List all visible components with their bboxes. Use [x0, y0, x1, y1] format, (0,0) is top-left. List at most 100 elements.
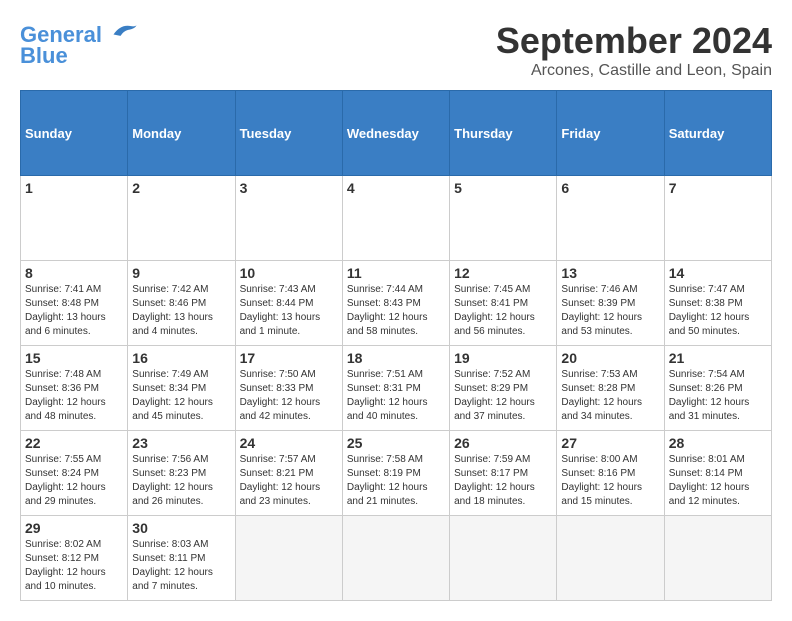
day-number: 1 — [25, 180, 123, 196]
day-number: 29 — [25, 520, 123, 536]
calendar-week-row: 15 Sunrise: 7:48 AMSunset: 8:36 PMDayligh… — [21, 346, 772, 431]
calendar-cell — [450, 516, 557, 601]
calendar-cell: 22 Sunrise: 7:55 AMSunset: 8:24 PMDayligh… — [21, 431, 128, 516]
title-block: September 2024 Arcones, Castille and Leo… — [496, 20, 772, 80]
day-info: Sunrise: 7:43 AMSunset: 8:44 PMDaylight:… — [240, 283, 338, 339]
calendar-cell: 28 Sunrise: 8:01 AMSunset: 8:14 PMDayligh… — [664, 431, 771, 516]
day-number: 9 — [132, 265, 230, 281]
calendar-cell: 25Sunrise: 7:58 AMSunset: 8:19 PMDayligh… — [342, 431, 449, 516]
day-number: 26 — [454, 435, 552, 451]
day-info: Sunrise: 8:03 AMSunset: 8:11 PMDaylight:… — [132, 538, 230, 594]
calendar-cell — [235, 516, 342, 601]
weekday-header-row: SundayMondayTuesdayWednesdayThursdayFrid… — [21, 91, 772, 176]
day-info: Sunrise: 8:01 AMSunset: 8:14 PMDaylight:… — [669, 453, 767, 509]
calendar-cell: 26 Sunrise: 7:59 AMSunset: 8:17 PMDayligh… — [450, 431, 557, 516]
calendar-cell: 18Sunrise: 7:51 AMSunset: 8:31 PMDayligh… — [342, 346, 449, 431]
logo-bird-icon — [110, 20, 138, 42]
day-number: 11 — [347, 265, 445, 281]
calendar-cell: 14 Sunrise: 7:47 AMSunset: 8:38 PMDayligh… — [664, 261, 771, 346]
day-number: 10 — [240, 265, 338, 281]
calendar-cell: 21 Sunrise: 7:54 AMSunset: 8:26 PMDayligh… — [664, 346, 771, 431]
day-number: 20 — [561, 350, 659, 366]
day-info: Sunrise: 7:58 AMSunset: 8:19 PMDaylight:… — [347, 453, 445, 509]
calendar-cell: 11 Sunrise: 7:44 AMSunset: 8:43 PMDayligh… — [342, 261, 449, 346]
day-number: 7 — [669, 180, 767, 196]
calendar-cell: 12 Sunrise: 7:45 AMSunset: 8:41 PMDayligh… — [450, 261, 557, 346]
day-number: 18 — [347, 350, 445, 366]
calendar-cell: 9 Sunrise: 7:42 AMSunset: 8:46 PMDaylight… — [128, 261, 235, 346]
calendar-cell: 24 Sunrise: 7:57 AMSunset: 8:21 PMDayligh… — [235, 431, 342, 516]
day-number: 4 — [347, 180, 445, 196]
calendar-body: 12345678Sunrise: 7:41 AMSunset: 8:48 PMD… — [21, 176, 772, 601]
day-number: 2 — [132, 180, 230, 196]
day-info: Sunrise: 7:54 AMSunset: 8:26 PMDaylight:… — [669, 368, 767, 424]
calendar-cell: 27 Sunrise: 8:00 AMSunset: 8:16 PMDayligh… — [557, 431, 664, 516]
calendar-week-row: 1234567 — [21, 176, 772, 261]
day-number: 8 — [25, 265, 123, 281]
calendar-cell: 4 — [342, 176, 449, 261]
weekday-thursday: Thursday — [450, 91, 557, 176]
day-info: Sunrise: 7:50 AMSunset: 8:33 PMDaylight:… — [240, 368, 338, 424]
day-number: 5 — [454, 180, 552, 196]
calendar-cell: 1 — [21, 176, 128, 261]
day-number: 16 — [132, 350, 230, 366]
day-info: Sunrise: 7:55 AMSunset: 8:24 PMDaylight:… — [25, 453, 123, 509]
calendar-cell: 5 — [450, 176, 557, 261]
calendar-cell: 17Sunrise: 7:50 AMSunset: 8:33 PMDayligh… — [235, 346, 342, 431]
calendar-cell: 29 Sunrise: 8:02 AMSunset: 8:12 PMDayligh… — [21, 516, 128, 601]
day-number: 12 — [454, 265, 552, 281]
day-info: Sunrise: 7:59 AMSunset: 8:17 PMDaylight:… — [454, 453, 552, 509]
day-number: 15 — [25, 350, 123, 366]
calendar-week-row: 8 Sunrise: 7:41 AMSunset: 8:48 PMDaylight… — [21, 261, 772, 346]
day-number: 21 — [669, 350, 767, 366]
day-info: Sunrise: 7:49 AMSunset: 8:34 PMDaylight:… — [132, 368, 230, 424]
day-number: 13 — [561, 265, 659, 281]
calendar-cell — [664, 516, 771, 601]
location: Arcones, Castille and Leon, Spain — [496, 62, 772, 80]
calendar-cell: 6 — [557, 176, 664, 261]
day-info: Sunrise: 7:46 AMSunset: 8:39 PMDaylight:… — [561, 283, 659, 339]
day-number: 6 — [561, 180, 659, 196]
day-info: Sunrise: 7:45 AMSunset: 8:41 PMDaylight:… — [454, 283, 552, 339]
day-info: Sunrise: 7:56 AMSunset: 8:23 PMDaylight:… — [132, 453, 230, 509]
calendar-cell — [557, 516, 664, 601]
day-number: 30 — [132, 520, 230, 536]
calendar-table: SundayMondayTuesdayWednesdayThursdayFrid… — [20, 90, 772, 601]
day-info: Sunrise: 7:57 AMSunset: 8:21 PMDaylight:… — [240, 453, 338, 509]
month-title: September 2024 — [496, 20, 772, 62]
calendar-cell: 7 — [664, 176, 771, 261]
day-info: Sunrise: 8:00 AMSunset: 8:16 PMDaylight:… — [561, 453, 659, 509]
day-number: 19 — [454, 350, 552, 366]
day-info: Sunrise: 8:02 AMSunset: 8:12 PMDaylight:… — [25, 538, 123, 594]
calendar-week-row: 22 Sunrise: 7:55 AMSunset: 8:24 PMDayligh… — [21, 431, 772, 516]
day-info: Sunrise: 7:48 AMSunset: 8:36 PMDaylight:… — [25, 368, 123, 424]
day-number: 24 — [240, 435, 338, 451]
weekday-sunday: Sunday — [21, 91, 128, 176]
day-number: 3 — [240, 180, 338, 196]
logo: General Blue — [20, 20, 138, 69]
day-info: Sunrise: 7:42 AMSunset: 8:46 PMDaylight:… — [132, 283, 230, 339]
calendar-cell: 10 Sunrise: 7:43 AMSunset: 8:44 PMDayligh… — [235, 261, 342, 346]
day-number: 22 — [25, 435, 123, 451]
calendar-cell: 13 Sunrise: 7:46 AMSunset: 8:39 PMDayligh… — [557, 261, 664, 346]
calendar-cell: 20 Sunrise: 7:53 AMSunset: 8:28 PMDayligh… — [557, 346, 664, 431]
calendar-cell — [342, 516, 449, 601]
weekday-friday: Friday — [557, 91, 664, 176]
day-info: Sunrise: 7:44 AMSunset: 8:43 PMDaylight:… — [347, 283, 445, 339]
calendar-cell: 8 Sunrise: 7:41 AMSunset: 8:48 PMDaylight… — [21, 261, 128, 346]
weekday-saturday: Saturday — [664, 91, 771, 176]
day-info: Sunrise: 7:53 AMSunset: 8:28 PMDaylight:… — [561, 368, 659, 424]
calendar-cell: 30 Sunrise: 8:03 AMSunset: 8:11 PMDayligh… — [128, 516, 235, 601]
day-number: 14 — [669, 265, 767, 281]
day-info: Sunrise: 7:47 AMSunset: 8:38 PMDaylight:… — [669, 283, 767, 339]
weekday-tuesday: Tuesday — [235, 91, 342, 176]
calendar-cell: 16 Sunrise: 7:49 AMSunset: 8:34 PMDayligh… — [128, 346, 235, 431]
weekday-wednesday: Wednesday — [342, 91, 449, 176]
day-number: 28 — [669, 435, 767, 451]
calendar-cell: 3 — [235, 176, 342, 261]
day-info: Sunrise: 7:41 AMSunset: 8:48 PMDaylight:… — [25, 283, 123, 339]
day-number: 27 — [561, 435, 659, 451]
calendar-cell: 2 — [128, 176, 235, 261]
calendar-cell: 15 Sunrise: 7:48 AMSunset: 8:36 PMDayligh… — [21, 346, 128, 431]
calendar-cell: 23Sunrise: 7:56 AMSunset: 8:23 PMDayligh… — [128, 431, 235, 516]
